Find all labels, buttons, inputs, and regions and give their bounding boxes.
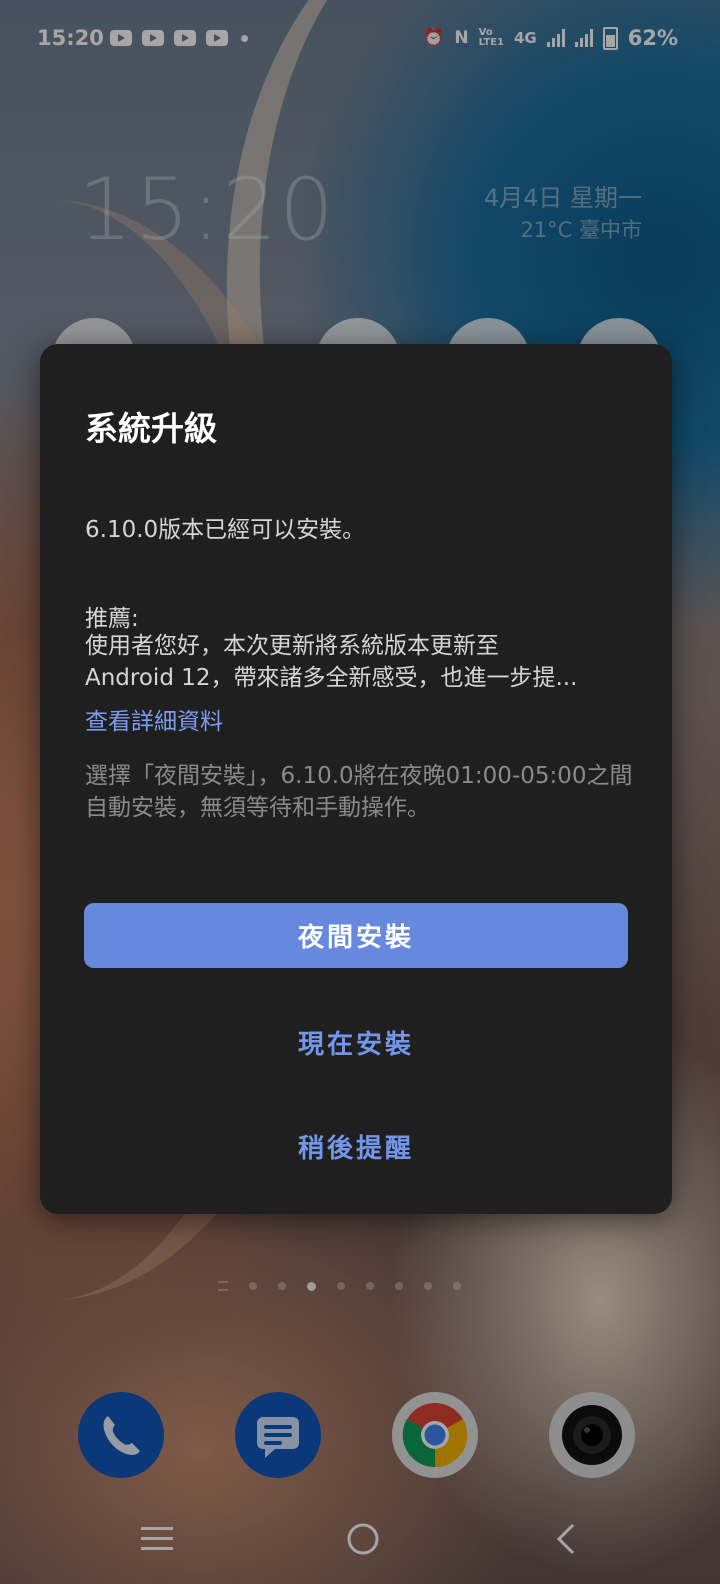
recommend-line: Android 12，帶來諸多全新感受，也進一步提... [85,665,578,691]
recommend-label: 推薦: [85,606,139,632]
night-install-button[interactable]: 夜間安裝 [84,903,628,968]
version-available-text: 6.10.0版本已經可以安裝。 [85,517,366,543]
screen: 15:20 ⏰ N Vo LTE1 4G 62% 15:20 4月4日 星期一 2… [0,0,720,1584]
night-install-note: 選擇「夜間安裝」，6.10.0將在夜晚01:00-05:00之間自動安裝，無須等… [85,763,633,821]
dialog-title: 系統升級 [85,409,217,448]
remind-later-button[interactable]: 稍後提醒 [84,1116,628,1176]
recommend-line: 使用者您好，本次更新將系統版本更新至 [85,633,499,659]
install-now-button[interactable]: 現在安裝 [84,1012,628,1072]
view-details-link[interactable]: 查看詳細資料 [85,702,223,736]
system-update-dialog: 系統升級 6.10.0版本已經可以安裝。 推薦: 使用者您好，本次更新將系統版本… [40,344,672,1214]
recommend-text: 使用者您好，本次更新將系統版本更新至 Android 12，帶來諸多全新感受，也… [85,630,625,694]
